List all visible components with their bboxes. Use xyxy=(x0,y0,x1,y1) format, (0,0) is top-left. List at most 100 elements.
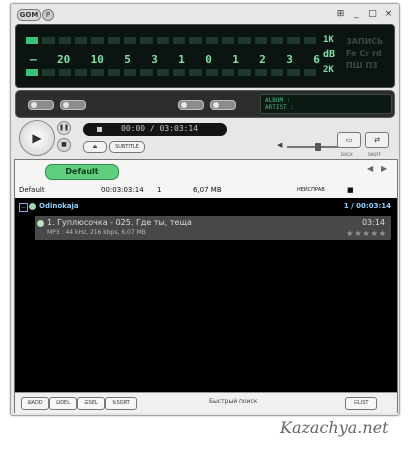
tab-default[interactable]: Default xyxy=(45,164,119,180)
eq-cell xyxy=(287,69,300,76)
eq-cell xyxy=(221,37,235,44)
eq-cell xyxy=(254,37,267,44)
group-counter: 1 / 00:03:14 xyxy=(343,202,391,210)
eq-cell xyxy=(26,69,39,76)
subtitle-button[interactable]: SUBTITLE xyxy=(109,141,145,153)
status-bar: ALBUM : ARTIST : xyxy=(15,90,395,118)
dock-button[interactable]: ▭ xyxy=(337,132,361,148)
eq-cell xyxy=(107,37,120,44)
eq-cell xyxy=(189,37,202,44)
eq-row-bottom xyxy=(26,69,316,76)
toggle-dot-icon xyxy=(181,102,187,108)
eq-cell xyxy=(205,37,218,44)
eq-dash: — xyxy=(30,53,37,66)
select-label: SEL xyxy=(88,400,98,406)
time-display: 00:00 / 03:03:14 xyxy=(83,123,227,136)
eq-band-label: 1 xyxy=(178,53,185,66)
stop-button[interactable]: ■ xyxy=(57,138,71,152)
add-button[interactable]: ⊞ADD xyxy=(21,397,49,410)
toggle-4[interactable] xyxy=(210,100,236,110)
shuffle-button[interactable]: ⇄ xyxy=(365,132,389,148)
track-title: 1. Гуплюсочка - 025. Где ты, теща xyxy=(47,218,192,227)
app-logo[interactable]: GOM xyxy=(17,9,41,21)
player-window: GOM P ⊞ _ □ × —20 10 5 3 1 0 1 2 3 6 1K dB 2K ЗАП… xyxy=(10,3,400,416)
eq-cell xyxy=(74,69,88,76)
minimize-button[interactable]: _ xyxy=(350,8,363,20)
toggle-2[interactable] xyxy=(60,100,86,110)
collapse-icon[interactable]: − xyxy=(19,203,28,212)
default-row[interactable]: Default 00:03:03:14 1 6,07 MB НЕИСПРАВ ■ xyxy=(15,184,397,196)
eq-cell xyxy=(26,37,39,44)
menu-button[interactable]: P xyxy=(42,9,54,21)
album-label: ALBUM : xyxy=(265,97,291,104)
group-label: Odinokaja xyxy=(39,202,79,210)
stop-icon: ■ xyxy=(61,141,67,148)
quick-search-label[interactable]: Быстрый поиск xyxy=(209,398,257,405)
eq-cell xyxy=(254,69,267,76)
eq-band-label: 10 xyxy=(90,53,104,66)
artist-label: ARTIST : xyxy=(265,104,294,111)
eq-cell xyxy=(123,37,137,44)
pause-icon: ❚❚ xyxy=(58,124,70,131)
eq-cell xyxy=(172,37,186,44)
toggle-dot-icon xyxy=(63,102,69,108)
eject-button[interactable]: ⏏ xyxy=(83,141,107,153)
maximize-button[interactable]: □ xyxy=(366,8,379,20)
eq-row-top xyxy=(26,37,316,44)
title-bar[interactable]: GOM P ⊞ _ □ × xyxy=(11,4,399,24)
dock-icon: ▭ xyxy=(345,136,353,144)
eq-cell xyxy=(42,37,55,44)
eq-cell xyxy=(221,69,235,76)
close-button[interactable]: × xyxy=(382,8,395,20)
eq-band-label: 6 xyxy=(313,53,320,66)
eq-cell xyxy=(58,37,71,44)
toggle-3[interactable] xyxy=(178,100,204,110)
volume-slider[interactable]: ◀ xyxy=(277,141,345,151)
time-text: 00:00 / 03:03:14 xyxy=(121,124,199,133)
db-top-label: 1K xyxy=(323,35,334,45)
eq-cell xyxy=(238,69,251,76)
eq-cell xyxy=(123,69,137,76)
stop-indicator-icon xyxy=(97,127,102,132)
pin-button[interactable]: ⊞ xyxy=(334,8,347,20)
speaker-icon: ◀ xyxy=(277,141,283,149)
rec-line-2: Fe Cr rd xyxy=(346,49,382,58)
playlist-group[interactable]: − Odinokaja 1 / 00:03:14 xyxy=(15,200,397,214)
pause-button[interactable]: ❚❚ xyxy=(57,121,71,135)
delete-label: DEL xyxy=(60,400,70,406)
eq-band-label: 5 xyxy=(124,53,131,66)
delete-button[interactable]: ⊟DEL xyxy=(49,397,77,410)
select-button[interactable]: ☰SEL xyxy=(77,397,105,410)
toggle-dot-icon xyxy=(31,102,37,108)
default-name: Default xyxy=(19,186,45,194)
play-button[interactable]: ▶ xyxy=(19,120,55,156)
list-button[interactable]: ☷LIST xyxy=(345,397,377,410)
volume-knob[interactable] xyxy=(315,143,321,151)
sort-button[interactable]: ⇅SORT xyxy=(105,397,137,410)
track-duration: 03:14 xyxy=(361,218,385,227)
eq-band-label: 2 xyxy=(259,53,266,66)
eq-cell xyxy=(303,37,316,44)
eq-cell xyxy=(156,37,169,44)
eq-cell xyxy=(205,69,218,76)
default-time: 00:03:03:14 xyxy=(101,186,144,194)
list-label: LIST xyxy=(357,400,369,406)
transport-controls: ▶ ❚❚ ■ 00:00 / 03:03:14 ⏏ SUBTITLE ◀ ▭ ⇄… xyxy=(11,118,399,157)
eq-labels: —20 10 5 3 1 0 1 2 3 6 xyxy=(30,53,320,66)
eq-band-label: 3 xyxy=(151,53,158,66)
rec-line-3: ПШ П3 xyxy=(346,61,378,70)
track-info: MP3 : 44 kHz, 216 kbps, 6,07 MB xyxy=(47,229,146,236)
next-tab-icon[interactable]: ▶ xyxy=(381,164,387,173)
eq-cell xyxy=(91,69,104,76)
rating-stars[interactable]: ★★★★★ xyxy=(346,229,387,238)
toggle-1[interactable] xyxy=(28,100,54,110)
prev-tab-icon[interactable]: ◀ xyxy=(367,164,373,173)
eq-cell xyxy=(270,37,284,44)
eq-cell xyxy=(140,69,153,76)
track-row[interactable]: 1. Гуплюсочка - 025. Где ты, теща 03:14 … xyxy=(35,216,391,240)
eq-band-label: 0 xyxy=(205,53,212,66)
db-bottom-label: 2K xyxy=(323,65,334,75)
eq-cell xyxy=(42,69,55,76)
eq-cell xyxy=(189,69,202,76)
playlist-toolbar: ⊞ADD ⊟DEL ☰SEL ⇅SORT Быстрый поиск ☷LIST xyxy=(15,392,397,413)
